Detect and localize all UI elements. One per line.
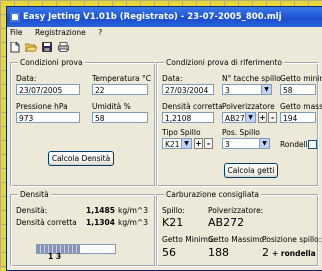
- umidita-input[interactable]: 58: [92, 112, 148, 123]
- print-icon[interactable]: [57, 41, 69, 53]
- densita-label: Densità:: [16, 206, 48, 215]
- pressione-input[interactable]: 973: [16, 112, 80, 123]
- densita-group: Densità Densità: 1,1485 kg/m^3 Densità c…: [11, 190, 156, 267]
- chevron-down-icon[interactable]: ▼: [181, 139, 191, 148]
- pos-spillo-label: Pos. Spillo: [222, 128, 260, 137]
- posizione-value: 2: [262, 246, 269, 259]
- polverizzatore-minus-button[interactable]: -: [268, 112, 277, 123]
- pressione-label: Pressione hPa: [16, 102, 68, 111]
- calcola-densita-button[interactable]: Calcola Densità: [48, 151, 114, 166]
- umidita-label: Umidità %: [92, 102, 131, 111]
- densita-corretta-input[interactable]: 1,2108: [162, 112, 214, 123]
- chevron-down-icon[interactable]: ▼: [261, 85, 271, 94]
- app-window: Easy Jetting V1.01b (Registrato) - 23-07…: [6, 6, 322, 271]
- chevron-down-icon[interactable]: ▼: [245, 113, 255, 122]
- condizioni-prova-legend: Condizioni prova: [18, 58, 85, 67]
- tacche-dropdown[interactable]: 3 ▼: [222, 84, 272, 95]
- menu-bar: File Registrazione ?: [7, 27, 322, 39]
- densita-value: 1,1485: [86, 206, 115, 215]
- spillo-label: Spillo:: [162, 206, 185, 215]
- menu-help[interactable]: ?: [98, 28, 102, 37]
- pos-spillo-value: 3: [225, 140, 230, 149]
- posizione-label: Posizione spillo:: [262, 235, 322, 244]
- temperatura-label: Temperatura °C: [92, 74, 152, 83]
- posizione-extra: + rondella: [272, 249, 316, 258]
- app-icon: [10, 12, 20, 22]
- window-title: Easy Jetting V1.01b (Registrato) - 23-07…: [23, 12, 282, 22]
- data-label: Data:: [16, 74, 37, 83]
- data-input[interactable]: 23/07/2005: [16, 84, 80, 95]
- tipo-spillo-label: Tipo Spillo: [162, 128, 201, 137]
- riferimento-legend: Condizioni prova di riferimento: [164, 58, 284, 67]
- rif-data-input[interactable]: 27/03/2004: [162, 84, 214, 95]
- chevron-down-icon[interactable]: ▼: [259, 139, 269, 148]
- getto-minimo-input[interactable]: 58: [280, 84, 316, 95]
- getto-massimo-input[interactable]: 194: [280, 112, 316, 123]
- densita-unit: kg/m^3: [118, 206, 148, 215]
- toolbar: [7, 39, 322, 55]
- polverizzatore-dropdown[interactable]: AB272 ▼: [222, 112, 256, 123]
- progress-label: 1 3: [48, 252, 62, 261]
- tacche-value: 3: [225, 86, 230, 95]
- getto-minimo-label: Getto minimo: [280, 74, 322, 83]
- getto-max-value: 188: [208, 246, 229, 259]
- tipo-spillo-minus-button[interactable]: -: [204, 138, 213, 149]
- rondella-checkbox[interactable]: [308, 140, 317, 149]
- polverizzatore-plus-button[interactable]: +: [258, 112, 267, 123]
- carb-polverizzatore-value: AB272: [208, 216, 245, 229]
- tipo-spillo-value: K21: [165, 140, 180, 149]
- pos-spillo-dropdown[interactable]: 3 ▼: [222, 138, 270, 149]
- title-bar[interactable]: Easy Jetting V1.01b (Registrato) - 23-07…: [7, 7, 322, 27]
- densita-corretta-label: Densità corretta: [162, 102, 223, 111]
- polverizzatore-label: Polverizzatore: [222, 102, 275, 111]
- carburazione-group: Carburazione consigliata Spillo: Polveri…: [157, 190, 322, 267]
- tacche-label: N° tacche spillo: [222, 74, 281, 83]
- new-document-icon[interactable]: [9, 41, 21, 53]
- condizioni-prova-group: Condizioni prova Data: Temperatura °C 23…: [11, 58, 156, 187]
- densita-corretta-unit: kg/m^3: [118, 218, 148, 227]
- menu-file[interactable]: File: [10, 28, 23, 37]
- spillo-value: K21: [162, 216, 184, 229]
- getto-max-label: Getto Massimo:: [208, 235, 267, 244]
- tipo-spillo-plus-button[interactable]: +: [194, 138, 203, 149]
- densita-corretta-value: 1,1304: [86, 218, 115, 227]
- carburazione-legend: Carburazione consigliata: [164, 190, 261, 199]
- menu-registrazione[interactable]: Registrazione: [35, 28, 86, 37]
- getto-min-value: 56: [162, 246, 176, 259]
- getto-massimo-label: Getto massimo: [280, 102, 322, 111]
- densita-corretta-label: Densità corretta: [16, 218, 77, 227]
- densita-legend: Densità: [18, 190, 51, 199]
- temperatura-input[interactable]: 22: [92, 84, 148, 95]
- carb-polverizzatore-label: Polverizzatore:: [208, 206, 264, 215]
- rif-data-label: Data:: [162, 74, 183, 83]
- save-icon[interactable]: [41, 41, 53, 53]
- calcola-getti-button[interactable]: Calcola getti: [224, 163, 278, 178]
- condizioni-riferimento-group: Condizioni prova di riferimento Data: N°…: [157, 58, 322, 187]
- tipo-spillo-dropdown[interactable]: K21 ▼: [162, 138, 192, 149]
- open-folder-icon[interactable]: [25, 41, 37, 53]
